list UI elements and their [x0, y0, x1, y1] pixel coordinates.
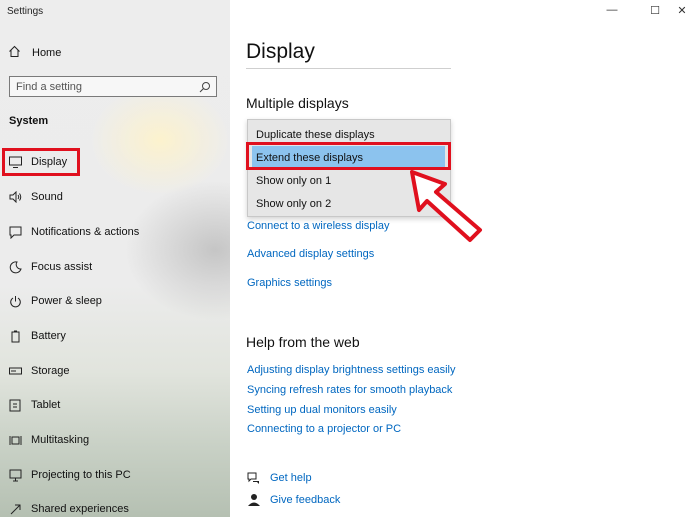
projector-icon	[8, 468, 22, 482]
give-feedback-link[interactable]: Give feedback	[270, 494, 340, 506]
sidebar-item-power-sleep[interactable]: Power & sleep	[8, 291, 102, 311]
notification-icon	[8, 225, 22, 239]
sidebar-item-home[interactable]: Home	[8, 44, 61, 62]
sidebar-item-projecting[interactable]: Projecting to this PC	[8, 465, 131, 485]
link-connect-wireless-display[interactable]: Connect to a wireless display	[247, 220, 389, 232]
sidebar-item-sound[interactable]: Sound	[8, 187, 63, 207]
link-advanced-display-settings[interactable]: Advanced display settings	[247, 248, 374, 260]
pointer-arrow-icon	[410, 170, 482, 242]
sidebar-item-label: Tablet	[31, 399, 61, 411]
section-label-system: System	[9, 115, 49, 127]
help-link-brightness[interactable]: Adjusting display brightness settings ea…	[247, 364, 456, 376]
help-link-dual-monitors[interactable]: Setting up dual monitors easily	[247, 404, 397, 416]
help-heading: Help from the web	[246, 334, 360, 350]
sidebar: Settings Home System Display Sound Notif…	[0, 0, 230, 517]
feedback-icon	[248, 494, 260, 506]
get-help-icon	[247, 472, 259, 484]
sidebar-item-multitasking[interactable]: Multitasking	[8, 430, 89, 450]
sidebar-item-shared-experiences[interactable]: Shared experiences	[8, 499, 129, 517]
sidebar-item-label: Projecting to this PC	[31, 469, 131, 481]
sidebar-item-notifications[interactable]: Notifications & actions	[8, 222, 139, 242]
sidebar-item-label: Storage	[31, 365, 70, 377]
tablet-icon	[8, 398, 22, 412]
battery-icon	[8, 329, 22, 343]
sidebar-item-focus-assist[interactable]: Focus assist	[8, 257, 92, 277]
sidebar-item-label: Home	[32, 47, 62, 59]
home-icon	[8, 45, 22, 61]
multitasking-icon	[8, 433, 22, 447]
speaker-icon	[8, 190, 22, 204]
get-help-link[interactable]: Get help	[270, 472, 312, 484]
help-link-projector[interactable]: Connecting to a projector or PC	[247, 423, 401, 435]
sidebar-item-label: Multitasking	[31, 434, 90, 446]
sidebar-item-battery[interactable]: Battery	[8, 326, 66, 346]
sidebar-item-label: Sound	[31, 191, 63, 203]
close-button[interactable]: ✕	[672, 4, 692, 17]
sidebar-item-label: Battery	[31, 330, 66, 342]
sidebar-item-label: Notifications & actions	[31, 226, 140, 238]
display-highlight-box	[2, 148, 80, 176]
search-box[interactable]	[9, 76, 217, 97]
search-input[interactable]	[16, 80, 196, 93]
maximize-button[interactable]: ☐	[645, 4, 665, 17]
window-title: Settings	[7, 6, 44, 17]
page-title: Display	[246, 40, 315, 63]
sidebar-item-label: Focus assist	[31, 261, 93, 273]
search-icon[interactable]	[199, 80, 211, 98]
help-link-refresh-rates[interactable]: Syncing refresh rates for smooth playbac…	[247, 384, 452, 396]
shared-icon	[8, 502, 22, 516]
power-icon	[8, 294, 22, 308]
storage-icon	[8, 364, 22, 378]
minimize-button[interactable]: —	[602, 4, 622, 16]
title-divider	[246, 68, 451, 69]
multiple-displays-heading: Multiple displays	[246, 95, 349, 111]
moon-icon	[8, 260, 22, 274]
sidebar-item-storage[interactable]: Storage	[8, 361, 70, 381]
sidebar-item-tablet[interactable]: Tablet	[8, 395, 60, 415]
sidebar-item-label: Power & sleep	[31, 295, 102, 307]
link-graphics-settings[interactable]: Graphics settings	[247, 277, 332, 289]
sidebar-item-label: Shared experiences	[31, 503, 129, 515]
